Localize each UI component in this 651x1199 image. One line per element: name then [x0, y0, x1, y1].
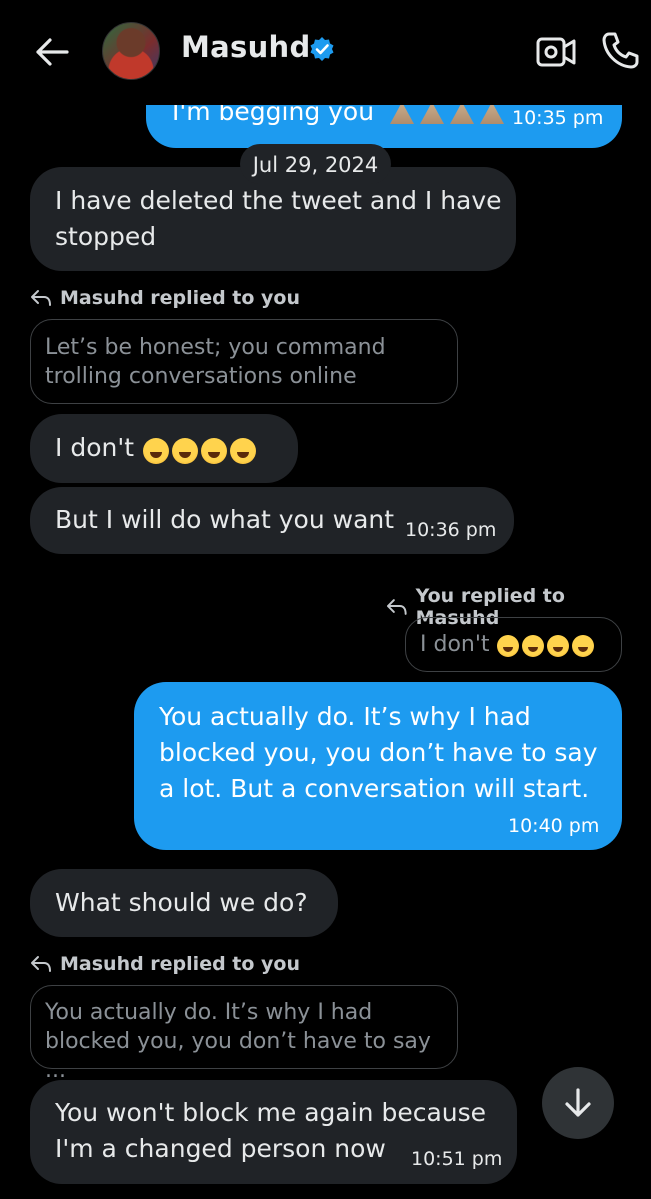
reply-indicator: Masuhd replied to you — [30, 953, 300, 975]
message-text-line: a lot. But a conversation will start. — [159, 774, 590, 803]
arrow-down-icon — [565, 1088, 591, 1117]
message-incoming[interactable]: I don't — [30, 414, 298, 483]
message-text: What should we do? — [55, 888, 308, 917]
message-text-line: You won't block me again because — [55, 1098, 487, 1127]
message-time: 10:36 pm — [405, 519, 497, 541]
quote-line: blocked you, you don’t have to say ... — [45, 1029, 431, 1083]
message-text-line: blocked you, you don’t have to say — [159, 738, 598, 767]
message-text-line: You actually do. It’s why I had — [159, 702, 531, 731]
message-text: But I will do what you want — [55, 505, 395, 534]
message-text-line: I have deleted the tweet and I have — [55, 186, 502, 215]
reply-indicator: Masuhd replied to you — [30, 287, 300, 309]
quote-line: trolling conversations online — [45, 364, 357, 389]
verified-badge-icon — [309, 36, 335, 62]
message-text: I don't — [55, 433, 135, 462]
reply-quote[interactable]: Let’s be honest; you command trolling co… — [30, 319, 458, 404]
message-incoming[interactable]: But I will do what you want 10:36 pm — [30, 487, 514, 554]
chat-header: Masuhd — [0, 0, 651, 105]
arrow-left-icon[interactable] — [34, 34, 70, 70]
quote-line: Let’s be honest; you command — [45, 335, 386, 360]
reply-arrow-icon — [31, 290, 51, 306]
reply-quote[interactable]: You actually do. It’s why I had blocked … — [30, 985, 458, 1083]
message-text-line: I'm a changed person now — [55, 1134, 386, 1163]
reply-arrow-icon — [31, 956, 51, 972]
reply-quote[interactable]: I don't — [405, 617, 622, 672]
reply-label: Masuhd replied to you — [60, 287, 301, 309]
message-time: 10:40 pm — [508, 815, 600, 837]
phone-icon[interactable] — [600, 30, 640, 70]
message-time: 10:51 pm — [411, 1148, 503, 1170]
laughing-emoji — [140, 434, 256, 470]
message-incoming[interactable]: What should we do? — [30, 869, 338, 937]
scroll-to-bottom-button[interactable] — [542, 1067, 614, 1139]
quote-text: I don't — [420, 632, 490, 657]
laughing-emoji — [494, 632, 594, 661]
message-text-line: stopped — [55, 222, 157, 251]
avatar[interactable] — [102, 22, 160, 80]
message-incoming[interactable]: You won't block me again because I'm a c… — [30, 1080, 517, 1184]
message-outgoing[interactable]: You actually do. It’s why I had blocked … — [134, 682, 622, 850]
date-separator: Jul 29, 2024 — [240, 144, 391, 184]
message-time: 10:35 pm — [512, 107, 604, 129]
reply-label: Masuhd replied to you — [60, 953, 301, 975]
reply-arrow-icon — [386, 599, 407, 615]
video-call-icon[interactable] — [536, 34, 576, 70]
quote-line: You actually do. It’s why I had — [45, 1000, 373, 1025]
contact-name[interactable]: Masuhd — [181, 30, 311, 64]
